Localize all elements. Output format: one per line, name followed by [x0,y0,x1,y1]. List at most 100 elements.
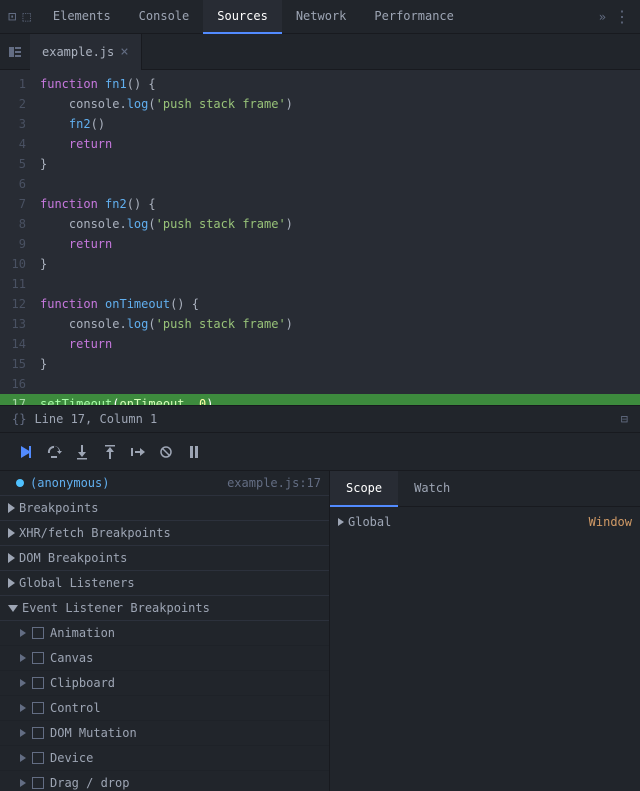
code-line-16: 16 [0,374,640,394]
scope-global-item[interactable]: Global Window [330,511,640,533]
code-line-6: 6 [0,174,640,194]
control-checkbox[interactable] [32,702,44,714]
event-item-drag-drop[interactable]: Drag / drop [0,771,329,791]
breakpoints-section[interactable]: Breakpoints [0,496,329,521]
status-bar: {} Line 17, Column 1 ⊟ [0,405,640,433]
settings-dots-icon[interactable]: ⋮ [614,7,630,26]
dom-breakpoints-section[interactable]: DOM Breakpoints [0,546,329,571]
xhr-fetch-triangle [8,528,15,538]
code-line-8: 8 console.log('push stack frame') [0,214,640,234]
event-listener-triangle [8,605,18,612]
right-panel: Scope Watch Global Window [330,471,640,791]
event-item-clipboard[interactable]: Clipboard [0,671,329,696]
event-item-device[interactable]: Device [0,746,329,771]
code-container[interactable]: 1 function fn1() { 2 console.log('push s… [0,70,640,405]
breakpoints-label: Breakpoints [19,501,98,515]
canvas-triangle [20,654,26,662]
xhr-fetch-section[interactable]: XHR/fetch Breakpoints [0,521,329,546]
canvas-label: Canvas [50,651,93,665]
file-tab-close[interactable]: × [120,45,128,59]
code-line-17: 17 setTimeout(onTimeout, 0) [0,394,640,405]
resume-button[interactable] [12,440,40,464]
dom-breakpoints-label: DOM Breakpoints [19,551,127,565]
event-item-control[interactable]: Control [0,696,329,721]
step-over-button[interactable] [40,440,68,464]
dom-mutation-triangle [20,729,26,737]
code-line-9: 9 return [0,234,640,254]
deactivate-breakpoints-button[interactable] [152,440,180,464]
debugger-toolbar [0,433,640,471]
tab-console[interactable]: Console [125,0,204,34]
device-triangle [20,754,26,762]
tab-sources[interactable]: Sources [203,0,282,34]
show-navigator-icon[interactable] [0,45,30,59]
device-checkbox[interactable] [32,752,44,764]
cursor-icon[interactable]: ⊡ [8,9,16,25]
code-line-10: 10 } [0,254,640,274]
device-label: Device [50,751,93,765]
pause-on-exceptions-button[interactable] [180,440,208,464]
global-listeners-triangle [8,578,15,588]
tab-network[interactable]: Network [282,0,361,34]
scope-tab-watch[interactable]: Watch [398,471,466,507]
event-item-canvas[interactable]: Canvas [0,646,329,671]
clipboard-checkbox[interactable] [32,677,44,689]
drag-drop-label: Drag / drop [50,776,129,790]
event-item-animation[interactable]: Animation [0,621,329,646]
call-stack-item-anonymous[interactable]: (anonymous) example.js:17 [0,471,329,496]
code-line-13: 13 console.log('push stack frame') [0,314,640,334]
clipboard-triangle [20,679,26,687]
step-out-button[interactable] [96,440,124,464]
tab-performance[interactable]: Performance [360,0,467,34]
dom-mutation-label: DOM Mutation [50,726,137,740]
code-line-3: 3 fn2() [0,114,640,134]
global-listeners-section[interactable]: Global Listeners [0,571,329,596]
drag-drop-triangle [20,779,26,787]
top-tab-bar: ⊡ ⬚ Elements Console Sources Network Per… [0,0,640,34]
animation-checkbox[interactable] [32,627,44,639]
code-line-7: 7 function fn2() { [0,194,640,214]
cursor-position: Line 17, Column 1 [34,412,157,426]
control-triangle [20,704,26,712]
code-line-14: 14 return [0,334,640,354]
dom-breakpoints-triangle [8,553,15,563]
canvas-checkbox[interactable] [32,652,44,664]
call-stack-location: example.js:17 [227,476,321,490]
global-triangle [338,518,344,526]
scope-tab-scope[interactable]: Scope [330,471,398,507]
devtools-icons: ⊡ ⬚ [0,9,39,25]
code-editor: 1 function fn1() { 2 console.log('push s… [0,70,640,405]
more-tabs-icon[interactable]: » ⋮ [589,7,640,26]
device-icon[interactable]: ⬚ [22,9,30,25]
code-line-11: 11 [0,274,640,294]
event-item-dom-mutation[interactable]: DOM Mutation [0,721,329,746]
step-button[interactable] [124,440,152,464]
file-tab-example-js[interactable]: example.js × [30,34,142,70]
scope-tab-bar: Scope Watch [330,471,640,507]
code-line-2: 2 console.log('push stack frame') [0,94,640,114]
format-icon[interactable]: {} [12,412,26,426]
xhr-fetch-label: XHR/fetch Breakpoints [19,526,171,540]
code-line-4: 4 return [0,134,640,154]
left-panel: (anonymous) example.js:17 Breakpoints XH… [0,471,330,791]
call-stack-dot [16,479,24,487]
call-stack-name: (anonymous) [30,476,109,490]
expand-panel-icon[interactable]: ⊟ [621,412,628,426]
breakpoints-triangle [8,503,15,513]
code-line-15: 15 } [0,354,640,374]
bottom-panel: (anonymous) example.js:17 Breakpoints XH… [0,471,640,791]
overflow-icon[interactable]: » [599,10,606,24]
global-listeners-label: Global Listeners [19,576,135,590]
drag-drop-checkbox[interactable] [32,777,44,789]
code-line-1: 1 function fn1() { [0,74,640,94]
event-listener-section[interactable]: Event Listener Breakpoints [0,596,329,621]
file-tab-bar: example.js × [0,34,640,70]
file-tab-name: example.js [42,45,114,59]
tab-elements[interactable]: Elements [39,0,125,34]
code-line-12: 12 function onTimeout() { [0,294,640,314]
global-val: Window [589,515,632,529]
step-into-button[interactable] [68,440,96,464]
animation-label: Animation [50,626,115,640]
dom-mutation-checkbox[interactable] [32,727,44,739]
clipboard-label: Clipboard [50,676,115,690]
